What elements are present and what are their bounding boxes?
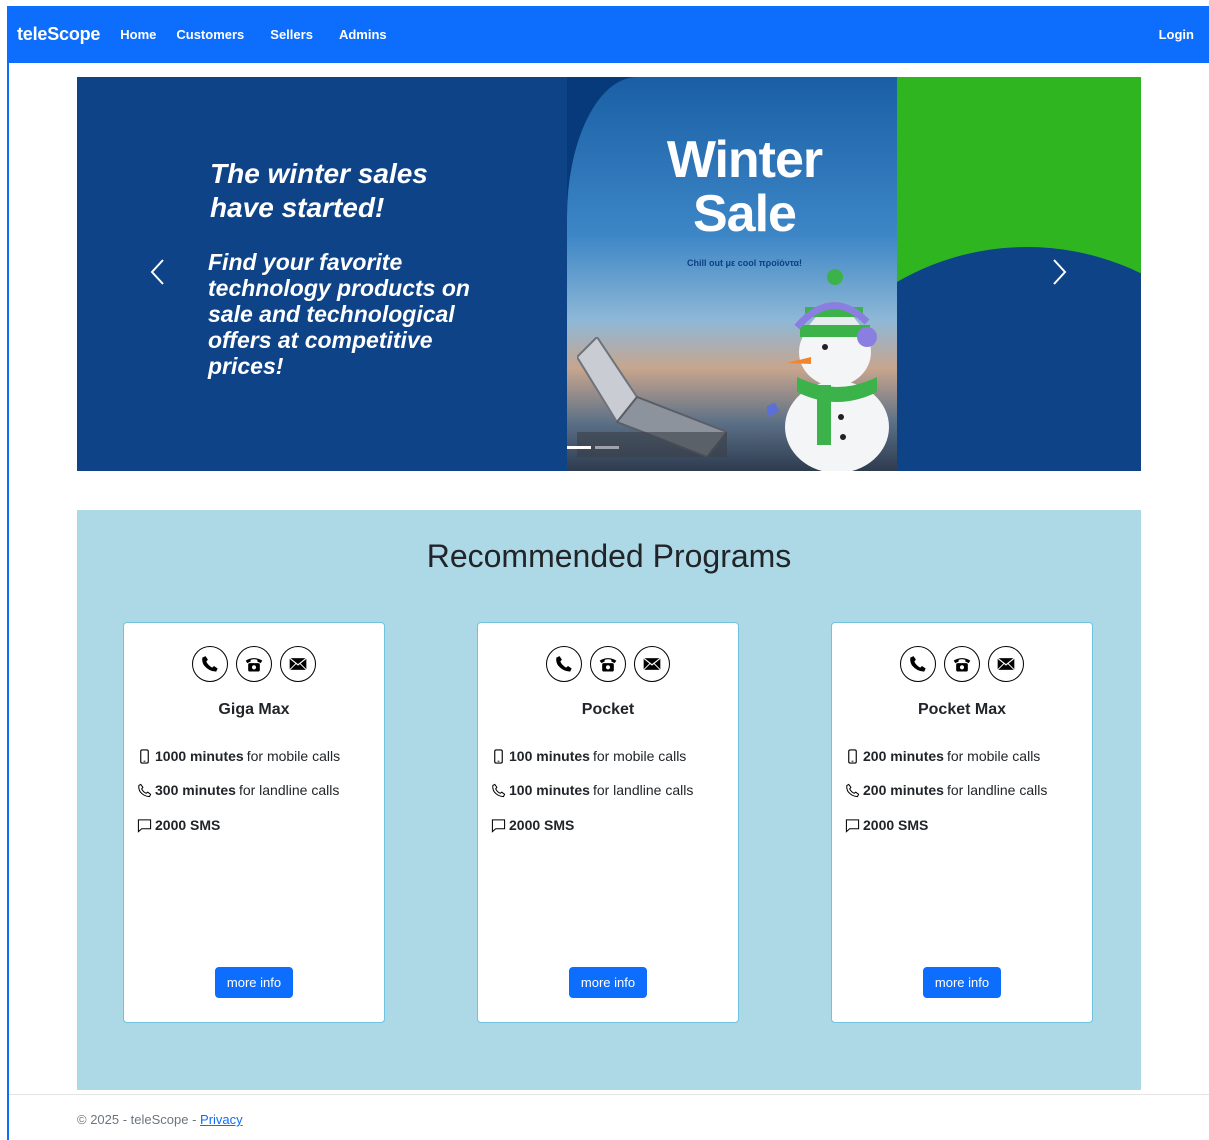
feature-mobile: 100 minutes for mobile calls (491, 748, 686, 764)
carousel-indicators (567, 446, 619, 449)
mobile-minutes: 100 minutes (509, 748, 590, 764)
promo-title-line2: Sale (693, 185, 797, 243)
promo-green-curve-wrap (897, 77, 1141, 471)
brand-link[interactable]: teleScope (17, 24, 100, 45)
recommended-programs-section: Recommended Programs Giga Max 1000 minut… (77, 510, 1141, 1090)
phone-icon (900, 646, 936, 682)
phone-outline-icon (846, 783, 860, 797)
nav-customers[interactable]: Customers (176, 27, 244, 42)
section-title: Recommended Programs (426, 538, 792, 574)
feature-sms: 2000 SMS (137, 817, 220, 833)
envelope-icon (280, 646, 316, 682)
landline-label: for landline calls (946, 782, 1048, 798)
sms-count: 2000 SMS (863, 817, 929, 833)
promo-curve-shape (897, 247, 1141, 471)
chevron-left-icon (150, 259, 164, 285)
top-navbar: teleScope Home Customers Sellers Admins … (9, 6, 1209, 63)
feature-landline: 100 minutes for landline calls (491, 782, 693, 798)
carousel-indicator-2[interactable] (595, 446, 619, 449)
nav-admins[interactable]: Admins (339, 27, 387, 42)
promo-subtitle: Chill out με cool προϊόντα! (686, 258, 803, 268)
mobile-label: for mobile calls (946, 748, 1041, 764)
carousel-next-button[interactable] (1045, 257, 1075, 287)
card-icons (124, 646, 384, 682)
mobile-label: for mobile calls (246, 748, 341, 764)
landline-minutes: 300 minutes (155, 782, 236, 798)
landline-minutes: 200 minutes (863, 782, 944, 798)
login-link[interactable]: Login (1159, 27, 1194, 42)
phone-outline-icon (492, 783, 506, 797)
carousel-indicator-1[interactable] (567, 446, 591, 449)
chat-icon (137, 818, 152, 833)
feature-landline: 200 minutes for landline calls (845, 782, 1047, 798)
hero-carousel: The winter sales have started! Find your… (77, 77, 1141, 471)
feature-mobile: 200 minutes for mobile calls (845, 748, 1040, 764)
nav-home[interactable]: Home (120, 27, 156, 42)
feature-landline: 300 minutes for landline calls (137, 782, 339, 798)
mobile-label: for mobile calls (592, 748, 687, 764)
card-icons (832, 646, 1092, 682)
slide-heading-text: The winter sales have started! (210, 158, 428, 223)
landline-label: for landline calls (592, 782, 694, 798)
promo-title: Winter Sale (637, 133, 852, 241)
feature-sms: 2000 SMS (491, 817, 574, 833)
feature-mobile: 1000 minutes for mobile calls (137, 748, 340, 764)
sms-count: 2000 SMS (155, 817, 221, 833)
chat-icon (491, 818, 506, 833)
sms-count: 2000 SMS (509, 817, 575, 833)
mobile-minutes: 1000 minutes (155, 748, 244, 764)
telephone-icon (590, 646, 626, 682)
envelope-icon (634, 646, 670, 682)
snowman-illustration (767, 269, 889, 471)
footer-copyright: © 2025 - teleScope - (77, 1112, 201, 1127)
laptop-illustration (577, 337, 727, 457)
slide-heading: The winter sales have started! (210, 157, 470, 225)
nav-sellers[interactable]: Sellers (270, 27, 313, 42)
card-title: Giga Max (218, 701, 290, 718)
landline-minutes: 100 minutes (509, 782, 590, 798)
chevron-right-icon (1053, 259, 1067, 285)
program-card: Pocket Max 200 minutes for mobile calls … (831, 622, 1093, 1023)
privacy-link[interactable]: Privacy (200, 1112, 243, 1127)
phone-icon (192, 646, 228, 682)
telephone-icon (236, 646, 272, 682)
program-card: Pocket 100 minutes for mobile calls 100 … (477, 622, 739, 1023)
mobile-icon (848, 748, 857, 764)
phone-icon (546, 646, 582, 682)
card-title: Pocket (581, 701, 635, 718)
slide-text: Find your favorite technology products o… (208, 249, 470, 379)
mobile-icon (494, 748, 503, 764)
card-title: Pocket Max (917, 701, 1007, 718)
landline-label: for landline calls (238, 782, 340, 798)
mobile-minutes: 200 minutes (863, 748, 944, 764)
promo-title-line1: Winter (666, 131, 823, 189)
program-card: Giga Max 1000 minutes for mobile calls 3… (123, 622, 385, 1023)
card-icons (478, 646, 738, 682)
feature-sms: 2000 SMS (845, 817, 928, 833)
chat-icon (845, 818, 860, 833)
envelope-icon (988, 646, 1024, 682)
mobile-icon (140, 748, 149, 764)
more-info-button[interactable]: more info (923, 967, 1001, 998)
footer-divider (9, 1094, 1209, 1095)
carousel-prev-button[interactable] (142, 257, 172, 287)
more-info-button[interactable]: more info (569, 967, 647, 998)
telephone-icon (944, 646, 980, 682)
footer: © 2025 - teleScope - Privacy (77, 1112, 243, 1127)
phone-outline-icon (138, 783, 152, 797)
more-info-button[interactable]: more info (215, 967, 293, 998)
